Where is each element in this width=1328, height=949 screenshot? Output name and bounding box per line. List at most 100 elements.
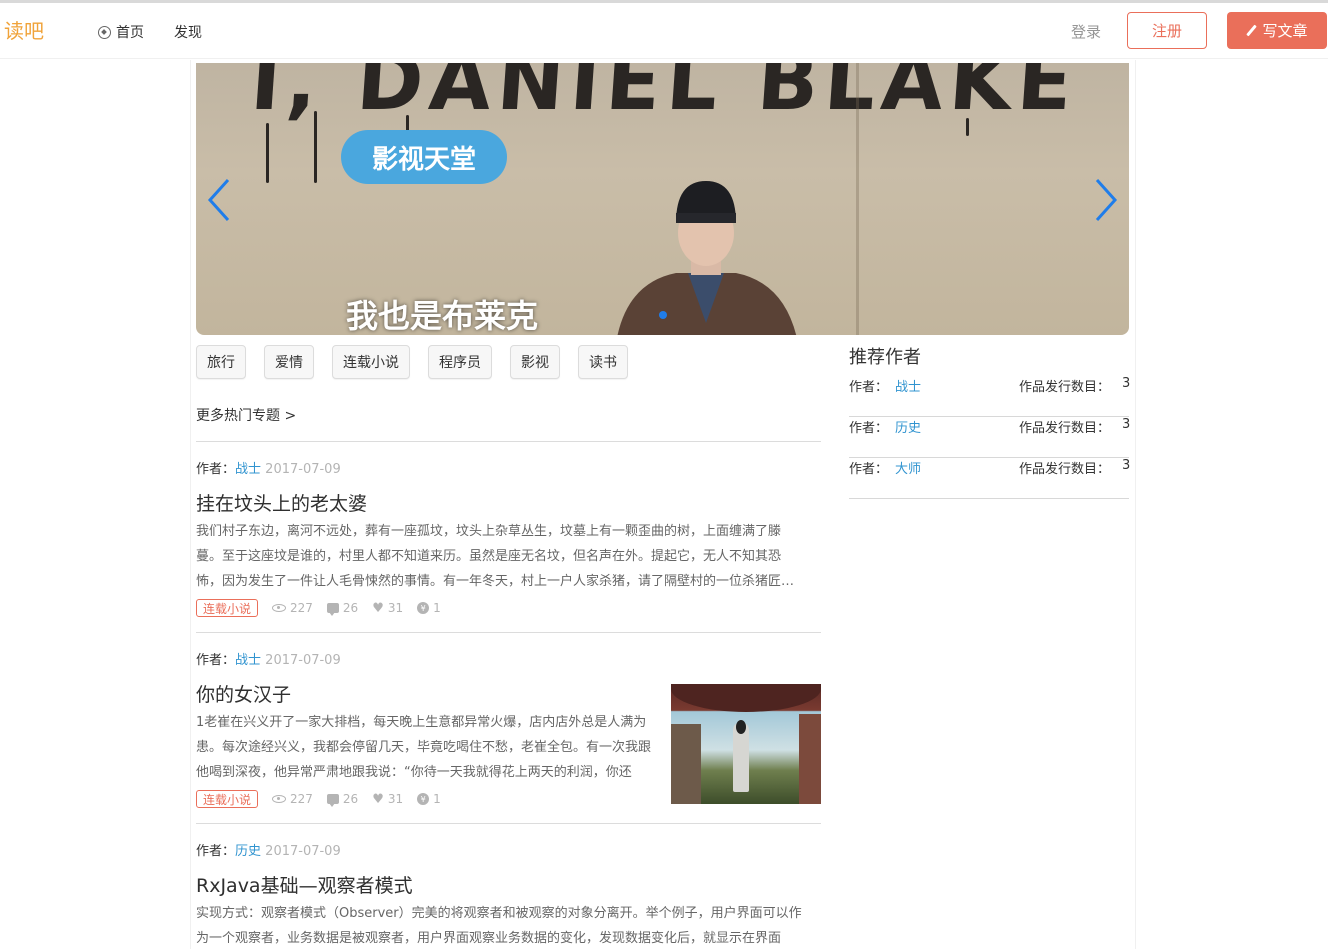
article-abstract: 1老崔在兴义开了一家大排档，每天晚上生意都异常火爆，店内店外总是人满为患。每次途… [196, 715, 652, 780]
topic-tag[interactable]: 连载小说 [332, 345, 410, 379]
comment-icon [326, 603, 339, 616]
eye-icon [272, 795, 287, 803]
works-count-label: 作品发行数目： [1019, 421, 1111, 436]
register-button[interactable]: 注册 [1127, 12, 1207, 49]
author-link[interactable]: 战士 [235, 653, 261, 668]
series-tag[interactable]: 连载小说 [196, 599, 259, 617]
article-meta: 作者：历史 2017-07-09 [196, 840, 821, 859]
author-link[interactable]: 战士 [895, 376, 921, 395]
recommend-author-row: 作者： 大师 作品发行数目： 3 [849, 458, 1131, 499]
topic-tag[interactable]: 程序员 [428, 345, 492, 379]
thumb-figure [733, 720, 749, 792]
list-divider [196, 823, 821, 824]
views-stat: 227 [272, 792, 313, 806]
article-abstract: 实现方式：观察者模式（Observer）完美的将观察者和被观察的对象分离开。举个… [196, 906, 802, 946]
thumb-arch [671, 684, 821, 712]
heart-icon: ♥ [372, 791, 384, 807]
thumb-rock [671, 724, 701, 804]
article-meta: 作者：战士 2017-07-09 [196, 458, 821, 477]
eye-icon [272, 604, 287, 612]
carousel-next-icon[interactable] [1093, 178, 1119, 222]
article-item: 作者：历史 2017-07-09 RxJava基础—观察者模式 实现方式：观察者… [196, 840, 821, 949]
author-link[interactable]: 战士 [235, 462, 261, 477]
article-title[interactable]: RxJava基础—观察者模式 [196, 874, 821, 898]
banner-graffiti-text: I, DANIEL BLAKE [247, 63, 1082, 128]
comments-count: 26 [342, 601, 359, 615]
money-icon: ¥ [417, 602, 430, 614]
rewards-count: 1 [433, 792, 441, 806]
topic-tag[interactable]: 读书 [578, 345, 628, 379]
nav-home-label: 首页 [116, 25, 144, 41]
rewards-stat: ¥1 [417, 792, 441, 806]
article-footer: 连载小说 227 26 ♥ 31 ¥1 [196, 598, 821, 618]
compass-icon [98, 25, 111, 39]
views-count: 227 [290, 601, 313, 615]
author-label: 作者： [849, 462, 889, 477]
more-topics-link[interactable]: 更多热门专题 > [196, 405, 296, 425]
likes-count: 31 [387, 601, 404, 615]
banner-badge: 影视天堂 [341, 130, 507, 184]
login-link[interactable]: 登录 [1071, 21, 1101, 42]
recommend-author-row: 作者： 战士 作品发行数目： 3 [849, 376, 1131, 417]
article-date: 2017-07-09 [265, 462, 341, 477]
article-item: 作者：战士 2017-07-09 你的女汉子 1老崔在兴义开了一家大排档，每天晚… [196, 649, 821, 809]
comments-stat[interactable]: 26 [326, 601, 359, 616]
author-label: 作者： [196, 462, 236, 477]
article-date: 2017-07-09 [265, 653, 341, 668]
money-icon: ¥ [417, 793, 430, 805]
likes-count: 31 [387, 792, 404, 806]
article-abstract: 我们村子东边，离河不远处，葬有一座孤坟，坟头上杂草丛生，坟墓上有一颗歪曲的树，上… [196, 524, 795, 589]
banner-caption: 我也是布莱克 [346, 297, 539, 335]
author-link[interactable]: 大师 [895, 458, 921, 477]
works-count-label: 作品发行数目： [1019, 462, 1111, 477]
series-tag[interactable]: 连载小说 [196, 790, 259, 808]
likes-stat: ♥ 31 [372, 601, 403, 615]
works-count-label: 作品发行数目： [1019, 380, 1111, 395]
works-count: 3 [1122, 417, 1131, 432]
banner-carousel[interactable]: I, DANIEL BLAKE 影视天堂 我也是布莱克 [196, 63, 1129, 335]
author-link[interactable]: 历史 [235, 844, 261, 859]
comments-stat[interactable]: 26 [326, 792, 359, 807]
author-label: 作者： [849, 421, 889, 436]
heart-icon: ♥ [372, 600, 384, 616]
works-count: 3 [1122, 376, 1131, 391]
wall-seam [856, 63, 859, 335]
article-title[interactable]: 挂在坟头上的老太婆 [196, 492, 821, 516]
author-label: 作者： [196, 844, 236, 859]
content-border-left [190, 60, 191, 949]
author-link[interactable]: 历史 [895, 417, 921, 436]
graffiti-drip [966, 118, 969, 136]
article-item: 作者：战士 2017-07-09 挂在坟头上的老太婆 我们村子东边，离河不远处，… [196, 458, 821, 618]
works-count: 3 [1122, 458, 1131, 473]
author-label: 作者： [196, 653, 236, 668]
graffiti-drip [314, 111, 317, 183]
comments-count: 26 [342, 792, 359, 806]
views-count: 227 [290, 792, 313, 806]
carousel-dot-active[interactable] [659, 311, 667, 319]
comment-icon [326, 794, 339, 807]
thumb-rock [799, 714, 821, 804]
article-date: 2017-07-09 [265, 844, 341, 859]
recommend-author-row: 作者： 历史 作品发行数目： 3 [849, 417, 1131, 458]
article-thumbnail[interactable] [671, 684, 821, 804]
topic-tag[interactable]: 爱情 [264, 345, 314, 379]
pen-icon [1246, 26, 1256, 36]
write-article-button[interactable]: 写文章 [1227, 12, 1327, 49]
rewards-stat: ¥1 [417, 601, 441, 615]
recommend-authors-title: 推荐作者 [849, 347, 921, 368]
carousel-prev-icon[interactable] [206, 178, 232, 222]
rewards-count: 1 [433, 601, 441, 615]
topic-tag[interactable]: 影视 [510, 345, 560, 379]
author-label: 作者： [849, 380, 889, 395]
list-divider [196, 632, 821, 633]
nav-discover-link[interactable]: 发现 [174, 22, 202, 42]
banner-portrait [617, 181, 797, 335]
list-divider [196, 441, 821, 442]
nav-home-link[interactable]: 首页 [98, 22, 144, 42]
topic-tag[interactable]: 旅行 [196, 345, 246, 379]
site-logo[interactable]: 读吧 [4, 15, 44, 44]
write-article-label: 写文章 [1262, 22, 1308, 40]
topic-tags: 旅行 爱情 连载小说 程序员 影视 读书 [196, 345, 628, 379]
article-meta: 作者：战士 2017-07-09 [196, 649, 821, 668]
views-stat: 227 [272, 601, 313, 615]
